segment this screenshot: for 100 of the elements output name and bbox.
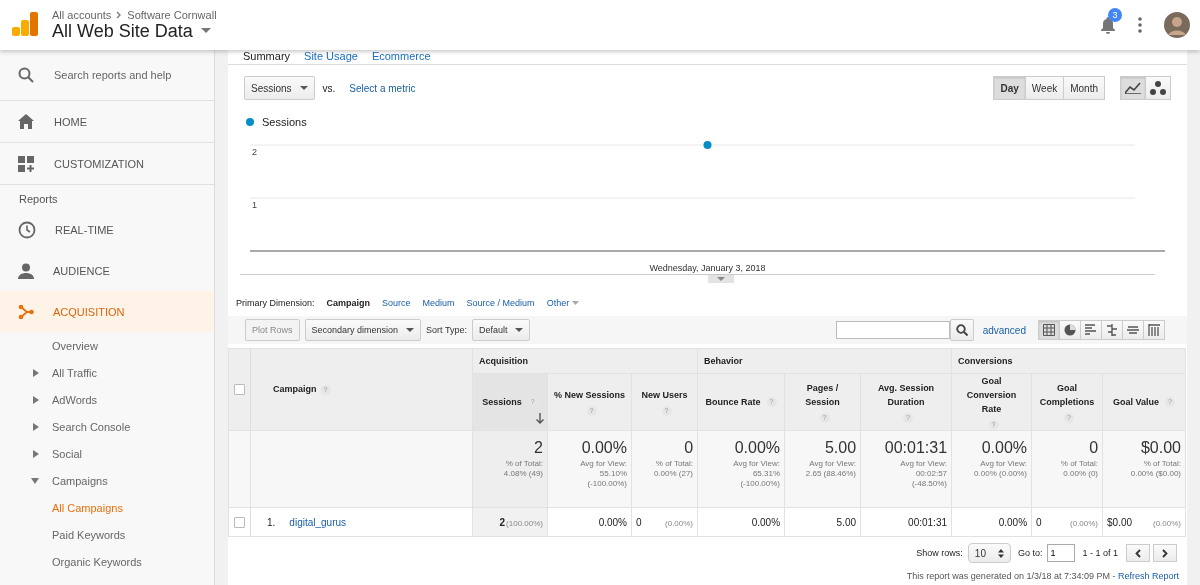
total-note: Avg for View: 2.65 (88.46%) xyxy=(804,459,857,479)
secondary-dimension-dropdown[interactable]: Secondary dimension xyxy=(304,319,422,341)
total-note: Avg for View: 0.00% (0.00%) xyxy=(973,459,1028,479)
total-value: $0.00 xyxy=(1139,439,1181,457)
sort-type-dropdown[interactable]: Default xyxy=(471,319,531,341)
caret-icon xyxy=(200,28,211,34)
sort-type-label: Sort Type: xyxy=(426,325,467,335)
bar-view-button[interactable] xyxy=(1080,320,1102,340)
sort-arrow-icon[interactable] xyxy=(536,413,544,424)
total-value: 0.00% xyxy=(980,439,1028,457)
cell-value: 0.00% xyxy=(751,516,781,528)
next-page-button[interactable] xyxy=(1153,544,1177,562)
nav-item[interactable]: HOME xyxy=(0,101,214,143)
line-chart-button[interactable] xyxy=(1120,76,1146,100)
cell-value: $0.00 xyxy=(1107,516,1133,528)
dimension-link[interactable]: Other xyxy=(546,298,580,308)
select-all-checkbox[interactable] xyxy=(234,384,245,396)
x-axis-label: Wednesday, January 3, 2018 xyxy=(649,263,766,273)
cell-percent: (0.00%) xyxy=(665,518,694,528)
avatar-icon[interactable] xyxy=(1164,12,1190,38)
search-button[interactable] xyxy=(949,319,974,341)
explorer-tab[interactable]: Ecommerce xyxy=(371,50,431,62)
table-view-button[interactable] xyxy=(1038,320,1060,340)
comparison-view-button[interactable] xyxy=(1101,320,1123,340)
scatter-button[interactable] xyxy=(1145,76,1171,100)
legend-item: Sessions xyxy=(246,116,307,128)
report-generated-note: This report was generated on 1/3/18 at 7:34:09 PM - xyxy=(906,571,1117,581)
dimension-link[interactable]: Campaign xyxy=(326,298,371,308)
nav-item[interactable]: AUDIENCE xyxy=(0,250,214,291)
dimension-link[interactable]: Source / Medium xyxy=(466,298,535,308)
total-note: % of Total: 0.00% (27) xyxy=(652,459,694,479)
dots-icon xyxy=(1150,81,1166,95)
total-note: % of Total: 0.00% ($0.00) xyxy=(1129,459,1181,479)
bell-icon[interactable] xyxy=(1100,16,1116,34)
nav-item[interactable]: Overview xyxy=(0,332,214,359)
campaign-link[interactable]: digital_gurus xyxy=(289,516,347,528)
cell-percent: (0.00%) xyxy=(1070,518,1099,528)
breadcrumb-link[interactable]: All accounts xyxy=(52,8,112,21)
up-down-arrows-icon xyxy=(997,548,1004,558)
nav-item[interactable]: Search Console xyxy=(0,413,214,440)
pie-icon xyxy=(1064,324,1076,336)
explorer-tab[interactable]: Site Usage xyxy=(304,50,358,62)
pie-view-button[interactable] xyxy=(1059,320,1081,340)
grid-icon xyxy=(1043,324,1055,336)
go-to-field[interactable]: 1 xyxy=(1047,544,1076,562)
pivot-view-button[interactable] xyxy=(1143,320,1165,340)
column-group-header: Conversions xyxy=(958,356,1013,366)
dimension-link[interactable]: Medium xyxy=(422,298,455,308)
period-button[interactable]: Day xyxy=(993,76,1026,100)
row-number: 1. xyxy=(267,516,276,528)
refresh-report-link[interactable]: Refresh Report xyxy=(1117,571,1179,581)
total-value: 0.00% xyxy=(580,439,627,457)
cell-value: 00:01:31 xyxy=(908,516,948,528)
notification-badge: 3 xyxy=(1108,8,1122,22)
cell-value: 2 xyxy=(499,516,506,528)
column-header[interactable]: Campaign xyxy=(273,384,317,395)
nav-item[interactable]: CUSTOMIZATION xyxy=(0,143,214,185)
nav-item[interactable]: REAL-TIME xyxy=(0,209,214,250)
previous-page-button[interactable] xyxy=(1126,544,1150,562)
nav-item[interactable]: Social xyxy=(0,440,214,467)
explorer-tab[interactable]: Summary xyxy=(243,50,291,62)
dimension-link[interactable]: Source xyxy=(382,298,411,308)
primary-dimension-label: Primary Dimension: xyxy=(236,298,315,308)
column-group-header: Behavior xyxy=(704,356,743,366)
cell-value: 0 xyxy=(1036,516,1042,528)
columns-icon xyxy=(1148,324,1160,336)
breadcrumb-link[interactable]: Software Cornwall xyxy=(127,8,217,21)
cell-value: 0.00% xyxy=(998,516,1028,528)
period-button[interactable]: Week xyxy=(1024,76,1065,100)
total-note: Avg for View: 65.31% (-100.00%) xyxy=(732,459,781,489)
table-search-field[interactable] xyxy=(835,321,950,339)
row-checkbox[interactable] xyxy=(234,516,245,528)
nav-item[interactable]: All Traffic xyxy=(0,359,214,386)
person-icon xyxy=(18,262,34,279)
nav-item[interactable]: Campaigns xyxy=(0,467,214,494)
metric-dropdown[interactable]: Sessions xyxy=(244,76,315,100)
nav-item[interactable]: Organic Keywords xyxy=(0,548,214,575)
more-menu-icon[interactable] xyxy=(1138,17,1142,33)
page-range: 1 - 1 of 1 xyxy=(1082,548,1118,558)
nav-item[interactable]: Paid Keywords xyxy=(0,521,214,548)
collapse-handle-icon[interactable] xyxy=(708,275,734,283)
line-chart-icon xyxy=(1125,82,1141,94)
analytics-logo-icon xyxy=(12,12,38,38)
total-note: % of Total: 0.00% (0) xyxy=(1059,459,1099,479)
term-cloud-button[interactable] xyxy=(1122,320,1144,340)
total-value: 2 xyxy=(533,439,543,457)
rows-per-page-select[interactable]: 10 xyxy=(967,543,1011,563)
search-icon xyxy=(955,324,968,336)
branch-icon xyxy=(1106,324,1118,336)
view-selector[interactable]: All Web Site Data xyxy=(52,20,217,42)
select-metric-link[interactable]: Select a metric xyxy=(349,82,416,94)
y-axis-label: 2 xyxy=(252,147,257,157)
y-axis-label: 1 xyxy=(252,200,257,210)
cell-value: 0.00% xyxy=(598,516,627,528)
chevron-icon xyxy=(116,10,123,19)
chevron-right-icon xyxy=(1162,548,1168,558)
advanced-link[interactable]: advanced xyxy=(982,324,1026,336)
nav-item[interactable]: AdWords xyxy=(0,386,214,413)
period-button[interactable]: Month xyxy=(1063,76,1105,100)
search-field[interactable]: Search reports and help xyxy=(54,69,204,81)
